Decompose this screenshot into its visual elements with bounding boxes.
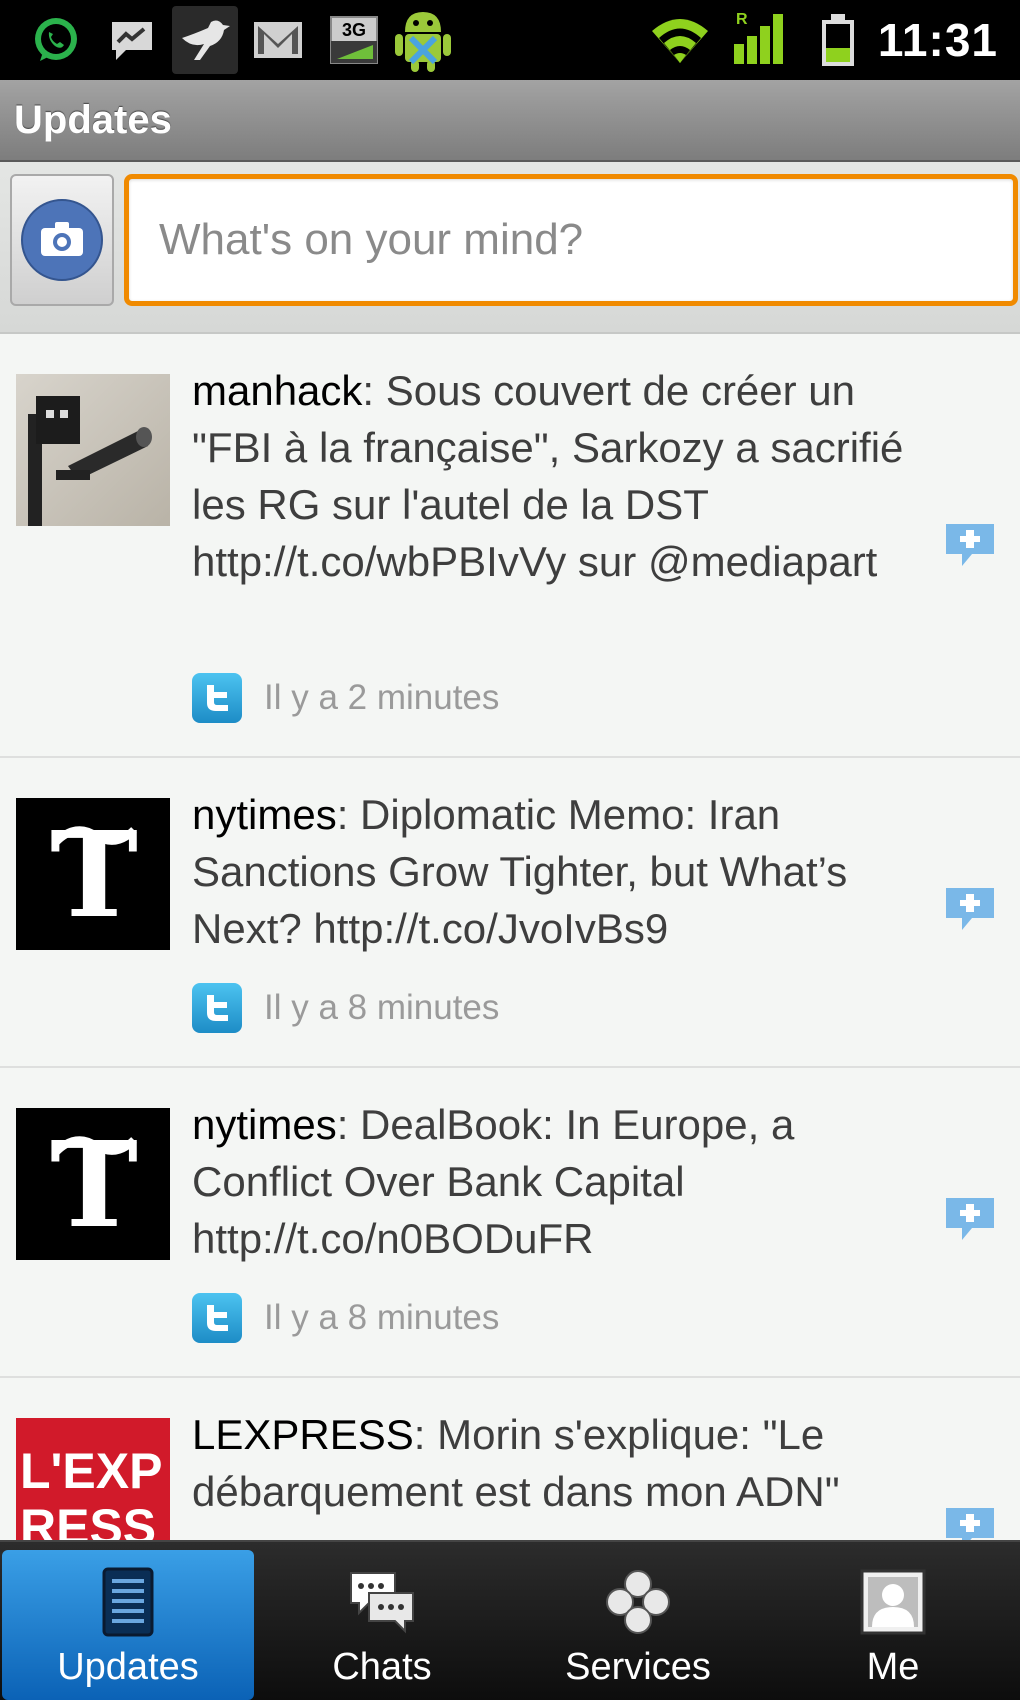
feed-item[interactable]: T nytimes: Diplomatic Memo: Iran Sanctio…: [0, 758, 1020, 1068]
3g-data-icon: 3G: [326, 12, 382, 68]
tab-me[interactable]: Me: [768, 1550, 1018, 1700]
tab-label: Updates: [57, 1646, 199, 1688]
roaming-badge: R: [736, 11, 748, 28]
tab-chats[interactable]: Chats: [256, 1550, 508, 1700]
tab-updates[interactable]: Updates: [2, 1550, 254, 1700]
post-author[interactable]: manhack: [192, 367, 362, 414]
post-time: Il y a 8 minutes: [264, 1298, 500, 1337]
post-author[interactable]: LEXPRESS: [192, 1411, 414, 1458]
add-comment-icon: [946, 1198, 994, 1240]
battery-icon: [814, 12, 862, 68]
add-comment-button[interactable]: [942, 1194, 998, 1244]
post-text: manhack: Sous couvert de créer un "FBI à…: [192, 362, 932, 590]
add-comment-icon: [946, 524, 994, 566]
add-comment-button[interactable]: [942, 884, 998, 934]
phone-screen: 3G R 11:31 Updates What's on your mind? …: [0, 0, 1020, 1700]
feed-item[interactable]: T nytimes: DealBook: In Europe, a Confli…: [0, 1068, 1020, 1378]
add-comment-icon: [946, 1508, 994, 1540]
camera-button[interactable]: [10, 174, 114, 306]
wifi-icon: [648, 12, 712, 68]
tab-services[interactable]: Services: [510, 1550, 766, 1700]
camera-icon: [21, 199, 103, 281]
twitter-icon: [192, 983, 242, 1033]
nytimes-logo-avatar[interactable]: T: [16, 798, 170, 950]
whatsapp-icon: [28, 12, 84, 68]
twitter-icon: [192, 1293, 242, 1343]
android-debug-icon: [388, 4, 458, 74]
messenger-icon: [104, 12, 160, 68]
gmail-icon: [250, 12, 306, 68]
twitter-bird-icon: [172, 6, 238, 74]
status-time: 11:31: [877, 14, 998, 66]
nytimes-logo-avatar[interactable]: T: [16, 1108, 170, 1260]
status-composer: [0, 162, 1020, 334]
lexpress-logo-text-line2: RESS: [20, 1499, 156, 1540]
post-meta: Il y a 2 minutes: [192, 672, 499, 724]
post-time: Il y a 2 minutes: [264, 678, 500, 717]
updates-feed[interactable]: manhack: Sous couvert de créer un "FBI à…: [0, 334, 1020, 1540]
twitter-icon: [192, 673, 242, 723]
signal-icon: R: [728, 8, 794, 68]
svg-text:T: T: [50, 805, 138, 944]
post-author[interactable]: nytimes: [192, 791, 337, 838]
add-comment-button[interactable]: [942, 1504, 998, 1540]
post-text: nytimes: Diplomatic Memo: Iran Sanctions…: [192, 786, 932, 957]
surveillance-camera-avatar[interactable]: [16, 374, 170, 526]
post-text: nytimes: DealBook: In Europe, a Conflict…: [192, 1096, 932, 1267]
svg-text:T: T: [50, 1115, 138, 1254]
lexpress-logo-text-line1: L'EXP: [20, 1443, 162, 1499]
feed-item[interactable]: manhack: Sous couvert de créer un "FBI à…: [0, 334, 1020, 758]
post-author[interactable]: nytimes: [192, 1101, 337, 1148]
feed-item[interactable]: L'EXP RESS LEXPRESS: Morin s'explique: "…: [0, 1378, 1020, 1540]
status-input[interactable]: [124, 174, 1018, 306]
services-icon: [598, 1562, 678, 1642]
post-time: Il y a 8 minutes: [264, 988, 500, 1027]
me-icon: [853, 1562, 933, 1642]
3g-badge-text: 3G: [342, 20, 366, 40]
post-meta: Il y a 8 minutes: [192, 982, 499, 1034]
tab-label: Services: [565, 1646, 711, 1688]
tab-label: Chats: [332, 1646, 432, 1688]
post-text: LEXPRESS: Morin s'explique: "Le débarque…: [192, 1406, 932, 1520]
tab-label: Me: [866, 1646, 920, 1688]
chats-icon: [342, 1562, 422, 1642]
lexpress-logo-avatar[interactable]: L'EXP RESS: [16, 1418, 170, 1540]
title-bar: Updates: [0, 80, 1020, 162]
add-comment-icon: [946, 888, 994, 930]
add-comment-button[interactable]: [942, 520, 998, 570]
status-bar: 3G R 11:31: [0, 0, 1020, 80]
post-meta: Il y a 8 minutes: [192, 1292, 499, 1344]
updates-icon: [88, 1562, 168, 1642]
page-title: Updates: [14, 98, 172, 142]
bottom-tab-bar: Updates Chats Services Me: [0, 1540, 1020, 1700]
